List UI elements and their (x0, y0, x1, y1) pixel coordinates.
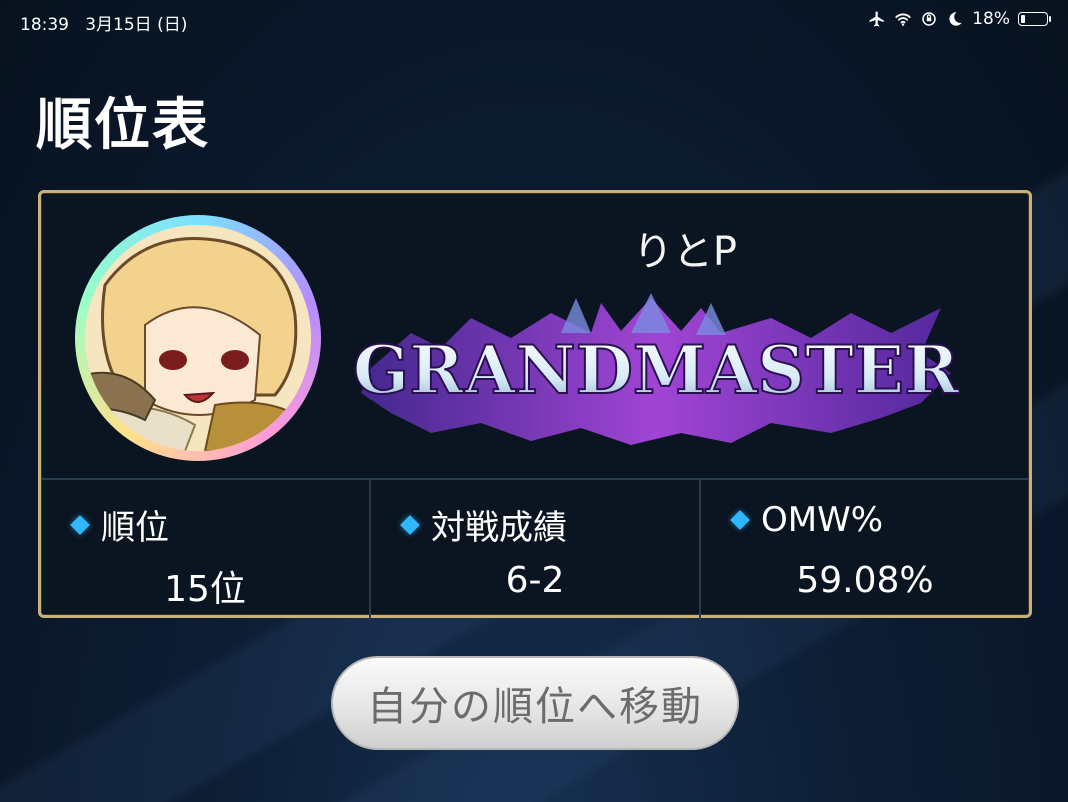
status-date: 3月15日 (日) (85, 15, 188, 35)
wifi-icon (895, 13, 911, 26)
stats-row: 順位 15位 対戦成績 6-2 OMW% 59.08% (41, 478, 1029, 620)
diamond-bullet-icon (730, 510, 750, 530)
stat-label-text: OMW% (761, 500, 884, 540)
status-time: 18:39 (20, 15, 69, 35)
stat-rank: 順位 15位 (41, 480, 371, 620)
page-title: 順位表 (36, 93, 210, 158)
orientation-lock-icon (922, 12, 936, 26)
stat-label-text: 対戦成績 (431, 508, 567, 548)
player-card: りとP GRANDMASTER 順位 15位 対戦成績 6-2 OMW% 59.… (38, 190, 1032, 620)
stat-rank-value: 15位 (164, 569, 246, 610)
battery-icon (1018, 12, 1051, 26)
status-time-date: 18:39 3月15日 (日) (20, 10, 187, 35)
stat-record: 対戦成績 6-2 (371, 480, 701, 620)
move-to-my-rank-button[interactable]: 自分の順位へ移動 (331, 656, 739, 750)
grandmaster-rank-emblem: GRANDMASTER (352, 293, 961, 445)
rank-text: GRANDMASTER (353, 331, 960, 409)
battery-fill (1021, 15, 1025, 23)
stat-record-label: 対戦成績 (400, 500, 567, 549)
stat-label-text: 順位 (101, 508, 169, 548)
stat-rank-label: 順位 (70, 500, 169, 549)
moon-icon (949, 12, 962, 26)
player-name: りとP (632, 229, 738, 275)
battery-percent: 18% (972, 9, 1010, 29)
stat-omw: OMW% 59.08% (701, 480, 1029, 620)
stat-record-value: 6-2 (505, 560, 565, 601)
stat-omw-value: 59.08% (796, 560, 934, 601)
stat-omw-label: OMW% (730, 500, 884, 540)
airplane-icon (869, 11, 884, 27)
status-right: 18% (868, 9, 1051, 29)
status-bar: 18:39 3月15日 (日) 18% (0, 0, 1068, 40)
diamond-bullet-icon (400, 514, 420, 535)
diamond-bullet-icon (70, 514, 90, 535)
